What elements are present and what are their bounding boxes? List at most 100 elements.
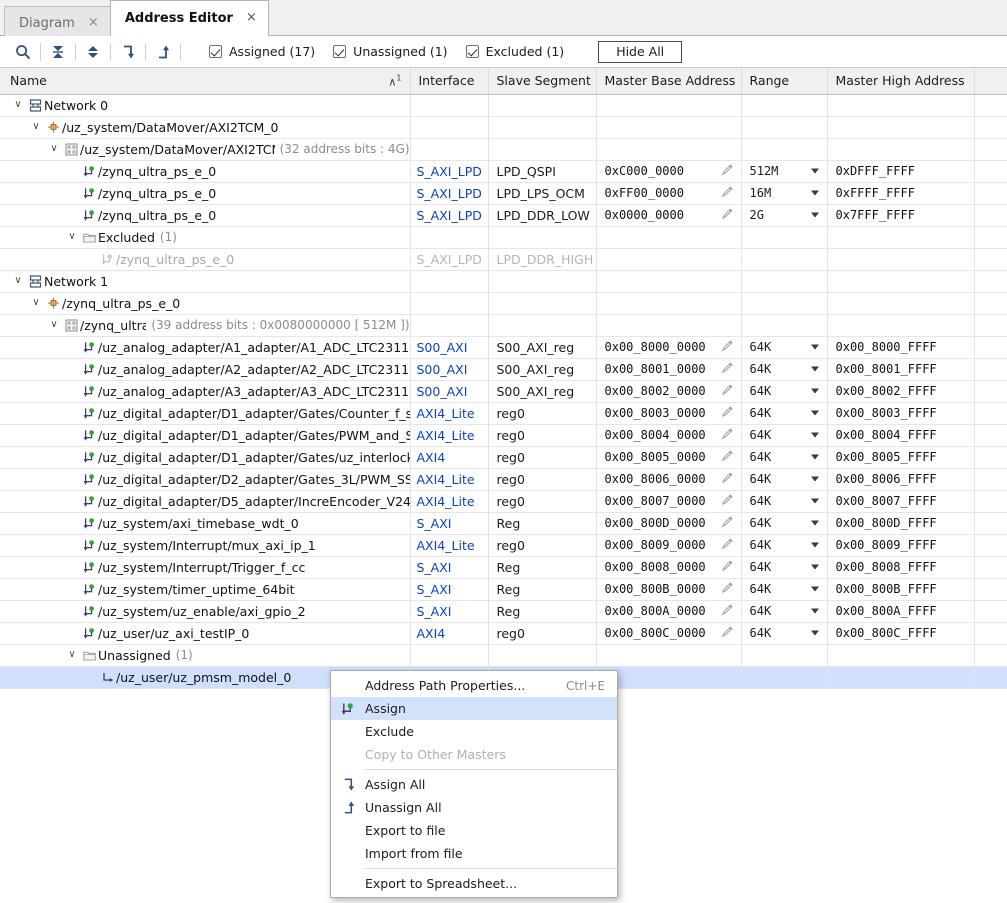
cell-master-base-address[interactable]: 0x00_8007_0000 — [596, 490, 741, 512]
cell-name[interactable]: /uz_user/uz_axi_testIP_0 — [0, 622, 410, 644]
column-header-interface[interactable]: Interface — [410, 68, 488, 94]
edit-pencil-icon[interactable] — [721, 383, 734, 399]
edit-pencil-icon[interactable] — [721, 185, 734, 201]
cell-name[interactable]: /uz_digital_adapter/D2_adapter/Gates_3L/… — [0, 468, 410, 490]
menu-item-assign-all[interactable]: Assign All — [331, 773, 617, 796]
menu-item-unassign-all[interactable]: Unassign All — [331, 796, 617, 819]
range-dropdown-icon[interactable] — [811, 345, 819, 350]
checkbox-excluded[interactable] — [466, 45, 479, 58]
cell-name[interactable]: ∨/zynq_ultra_ps_e_0/Data(39 address bits… — [0, 314, 410, 336]
edit-pencil-icon[interactable] — [721, 515, 734, 531]
range-dropdown-icon[interactable] — [811, 433, 819, 438]
table-row[interactable]: /uz_digital_adapter/D5_adapter/IncreEnco… — [0, 490, 1007, 512]
chevron-down-icon[interactable]: ∨ — [28, 298, 44, 308]
chevron-down-icon[interactable]: ∨ — [46, 320, 62, 330]
filter-excluded[interactable]: Excluded (1) — [466, 44, 565, 59]
column-header-master-base-address[interactable]: Master Base Address — [596, 68, 741, 94]
cell-range[interactable]: 64K — [741, 336, 827, 358]
filter-unassigned[interactable]: Unassigned (1) — [333, 44, 447, 59]
chevron-down-icon[interactable]: ∨ — [64, 232, 80, 242]
edit-pencil-icon[interactable] — [721, 537, 734, 553]
table-row[interactable]: /uz_user/uz_axi_testIP_0AXI4reg00x00_800… — [0, 622, 1007, 644]
cell-name[interactable]: ∨/uz_system/DataMover/AXI2TCM_0 — [0, 116, 410, 138]
menu-item-import-from-file[interactable]: Import from file — [331, 842, 617, 865]
menu-item-assign[interactable]: Assign — [331, 697, 617, 720]
cell-name[interactable]: /uz_digital_adapter/D1_adapter/Gates/Cou… — [0, 402, 410, 424]
cell-name[interactable]: /uz_system/axi_timebase_wdt_0 — [0, 512, 410, 534]
cell-name[interactable]: /zynq_ultra_ps_e_0 — [0, 182, 410, 204]
table-row[interactable]: /uz_system/Interrupt/mux_axi_ip_1AXI4_Li… — [0, 534, 1007, 556]
table-row[interactable]: /zynq_ultra_ps_e_0S_AXI_LPDLPD_DDR_HIGH — [0, 248, 1007, 270]
edit-pencil-icon[interactable] — [721, 449, 734, 465]
cell-range[interactable]: 64K — [741, 446, 827, 468]
tab-diagram[interactable]: Diagram× — [4, 6, 111, 39]
edit-pencil-icon[interactable] — [721, 471, 734, 487]
cell-range[interactable] — [741, 248, 827, 270]
range-dropdown-icon[interactable] — [811, 367, 819, 372]
menu-item-export-to-spreadsheet[interactable]: Export to Spreadsheet... — [331, 872, 617, 895]
cell-name[interactable]: /uz_analog_adapter/A1_adapter/A1_ADC_LTC… — [0, 336, 410, 358]
range-dropdown-icon[interactable] — [811, 609, 819, 614]
cell-range[interactable]: 64K — [741, 556, 827, 578]
table-row[interactable]: /uz_system/Interrupt/Trigger_f_ccS_AXIRe… — [0, 556, 1007, 578]
cell-master-base-address[interactable]: 0x00_8008_0000 — [596, 556, 741, 578]
cell-name[interactable]: /zynq_ultra_ps_e_0 — [0, 160, 410, 182]
table-row[interactable]: ∨/zynq_ultra_ps_e_0 — [0, 292, 1007, 314]
edit-pencil-icon[interactable] — [721, 361, 734, 377]
cell-name[interactable]: /uz_digital_adapter/D5_adapter/IncreEnco… — [0, 490, 410, 512]
cell-range[interactable]: 64K — [741, 358, 827, 380]
cell-range[interactable]: 64K — [741, 578, 827, 600]
edit-pencil-icon[interactable] — [721, 625, 734, 641]
cell-name[interactable]: /uz_analog_adapter/A3_adapter/A3_ADC_LTC… — [0, 380, 410, 402]
cell-range[interactable] — [741, 666, 827, 688]
edit-pencil-icon[interactable] — [721, 405, 734, 421]
cell-master-base-address[interactable]: 0x00_800D_0000 — [596, 512, 741, 534]
edit-pencil-icon[interactable] — [721, 559, 734, 575]
table-row[interactable]: /uz_system/uz_enable/axi_gpio_2S_AXIReg0… — [0, 600, 1007, 622]
cell-name[interactable]: /uz_system/uz_enable/axi_gpio_2 — [0, 600, 410, 622]
cell-range[interactable]: 64K — [741, 424, 827, 446]
edit-pencil-icon[interactable] — [721, 493, 734, 509]
close-icon[interactable]: × — [245, 12, 258, 25]
table-row[interactable]: ∨Excluded(1) — [0, 226, 1007, 248]
cell-name[interactable]: /uz_system/Interrupt/Trigger_f_cc — [0, 556, 410, 578]
menu-item-export-to-file[interactable]: Export to file — [331, 819, 617, 842]
checkbox-unassigned[interactable] — [333, 45, 346, 58]
table-row[interactable]: /uz_digital_adapter/D1_adapter/Gates/Cou… — [0, 402, 1007, 424]
cell-name[interactable]: ∨/zynq_ultra_ps_e_0 — [0, 292, 410, 314]
cell-name[interactable]: /uz_digital_adapter/D1_adapter/Gates/PWM… — [0, 424, 410, 446]
hide-all-button[interactable]: Hide All — [598, 41, 682, 63]
cell-range[interactable]: 64K — [741, 600, 827, 622]
edit-pencil-icon[interactable] — [721, 427, 734, 443]
table-row[interactable]: /zynq_ultra_ps_e_0S_AXI_LPDLPD_QSPI0xC00… — [0, 160, 1007, 182]
table-row[interactable]: ∨/uz_system/DataMover/AXI2TCM_0 — [0, 116, 1007, 138]
edit-pencil-icon[interactable] — [721, 603, 734, 619]
filter-assigned[interactable]: Assigned (17) — [209, 44, 315, 59]
cell-master-base-address[interactable]: 0x00_800A_0000 — [596, 600, 741, 622]
cell-name[interactable]: /zynq_ultra_ps_e_0 — [0, 248, 410, 270]
checkbox-assigned[interactable] — [209, 45, 222, 58]
cell-name[interactable]: /uz_system/timer_uptime_64bit — [0, 578, 410, 600]
edit-pencil-icon[interactable] — [721, 581, 734, 597]
sort-indicator[interactable]: ∧1 — [388, 73, 401, 88]
edit-pencil-icon[interactable] — [721, 207, 734, 223]
cell-range[interactable]: 64K — [741, 402, 827, 424]
table-row[interactable]: /uz_system/axi_timebase_wdt_0S_AXIReg0x0… — [0, 512, 1007, 534]
cell-range[interactable]: 16M — [741, 182, 827, 204]
cell-master-base-address[interactable]: 0x00_8006_0000 — [596, 468, 741, 490]
range-dropdown-icon[interactable] — [811, 169, 819, 174]
cell-range[interactable]: 64K — [741, 380, 827, 402]
table-row[interactable]: ∨Unassigned(1) — [0, 644, 1007, 666]
table-row[interactable]: /uz_system/timer_uptime_64bitS_AXIReg0x0… — [0, 578, 1007, 600]
cell-name[interactable]: ∨/uz_system/DataMover/AXI2TCM_0/M00_AXI(… — [0, 138, 410, 160]
cell-range[interactable]: 64K — [741, 490, 827, 512]
cell-master-base-address[interactable]: 0x00_8000_0000 — [596, 336, 741, 358]
close-icon[interactable]: × — [87, 17, 100, 30]
context-menu[interactable]: Address Path Properties...Ctrl+EAssignEx… — [330, 670, 618, 898]
cell-name[interactable]: ∨Unassigned(1) — [0, 644, 410, 666]
range-dropdown-icon[interactable] — [811, 521, 819, 526]
range-dropdown-icon[interactable] — [811, 565, 819, 570]
collapse-all-icon[interactable] — [45, 39, 71, 65]
cell-master-base-address[interactable]: 0x00_8009_0000 — [596, 534, 741, 556]
range-dropdown-icon[interactable] — [811, 411, 819, 416]
